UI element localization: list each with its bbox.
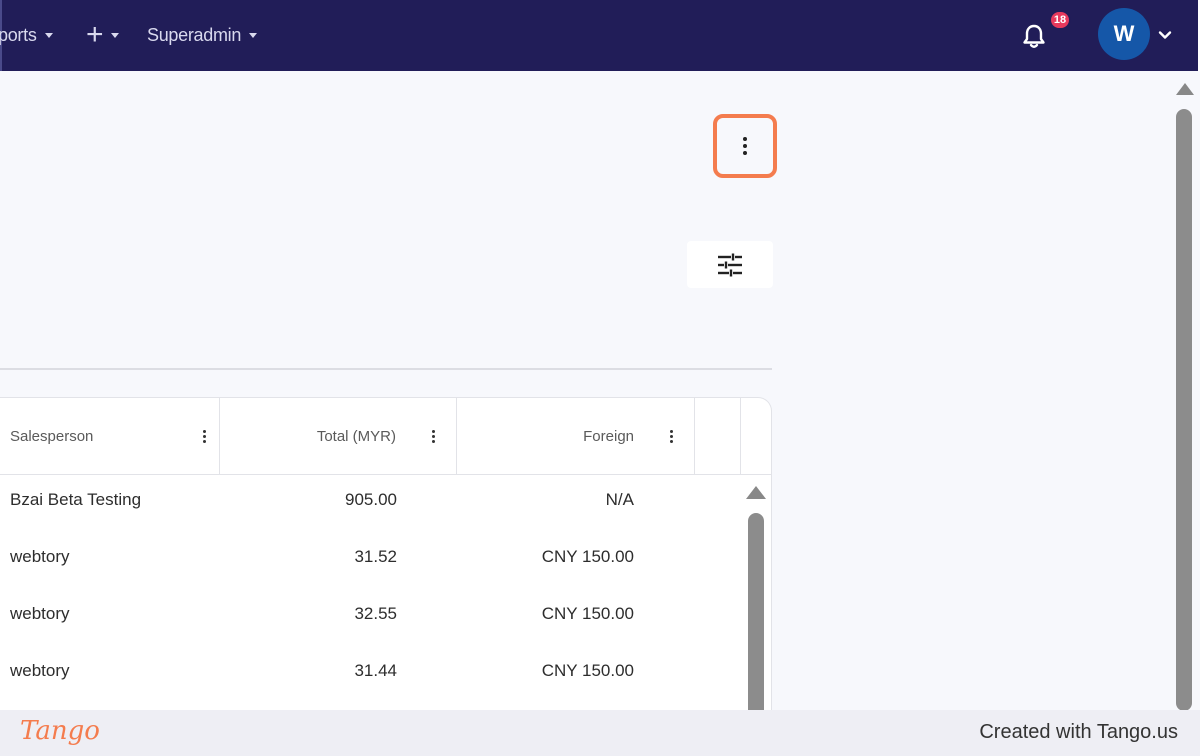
- column-header-empty: [695, 398, 741, 475]
- nav-add-menu[interactable]: +: [86, 18, 120, 51]
- nav-superadmin-menu[interactable]: Superadmin: [147, 23, 258, 47]
- page-scrollbar-thumb[interactable]: [1176, 109, 1192, 711]
- column-header-label: Total (MYR): [316, 428, 396, 445]
- cell-salesperson: webtory: [10, 547, 70, 566]
- tango-credit: Created with Tango.us: [979, 721, 1178, 743]
- data-table: Salesperson Total (MYR) Foreign Bzai Bet…: [0, 397, 772, 727]
- top-navigation-bar: ports + Superadmin 18 W: [0, 0, 1200, 71]
- scroll-up-arrow-icon[interactable]: [1176, 83, 1194, 95]
- notification-count-badge: 18: [1049, 10, 1071, 30]
- kebab-vertical-icon: [431, 430, 435, 443]
- column-menu-button[interactable]: [656, 430, 686, 443]
- column-header-foreign[interactable]: Foreign: [457, 398, 695, 475]
- more-options-button[interactable]: [713, 114, 777, 178]
- kebab-vertical-icon: [669, 430, 673, 443]
- section-divider: [0, 368, 772, 370]
- cell-foreign: CNY 150.00: [541, 547, 634, 566]
- cell-total: 32.55: [354, 604, 397, 623]
- column-menu-button[interactable]: [189, 430, 219, 443]
- nav-reports-menu[interactable]: ports: [0, 23, 53, 47]
- cell-salesperson: Bzai Beta Testing: [10, 490, 142, 509]
- tune-sliders-icon: [718, 253, 742, 276]
- cell-total: 905.00: [345, 490, 397, 509]
- caret-down-icon: [111, 33, 120, 38]
- chevron-down-icon[interactable]: [1158, 28, 1172, 42]
- table-row[interactable]: Bzai Beta Testing 905.00 N/A: [0, 475, 740, 532]
- table-row[interactable]: webtory 32.55 CNY 150.00: [0, 589, 740, 646]
- caret-down-icon: [44, 33, 53, 38]
- kebab-vertical-icon: [743, 137, 747, 155]
- cell-foreign: CNY 150.00: [541, 661, 634, 680]
- nav-reports-label: ports: [0, 24, 37, 45]
- filter-settings-button[interactable]: [687, 241, 773, 288]
- notification-bell-icon[interactable]: [1020, 22, 1048, 50]
- table-row[interactable]: webtory 31.52 CNY 150.00: [0, 532, 740, 589]
- table-header: Salesperson Total (MYR) Foreign: [0, 398, 771, 475]
- nav-superadmin-label: Superadmin: [147, 24, 242, 45]
- column-header-label: Salesperson: [10, 428, 94, 445]
- table-scrollbar-thumb[interactable]: [748, 513, 764, 726]
- column-menu-button[interactable]: [418, 430, 448, 443]
- cell-total: 31.52: [354, 547, 397, 566]
- cell-foreign: CNY 150.00: [541, 604, 634, 623]
- user-avatar[interactable]: W: [1098, 8, 1150, 60]
- column-header-total-myr[interactable]: Total (MYR): [220, 398, 457, 475]
- table-scrollbar[interactable]: [741, 475, 771, 726]
- table-row[interactable]: webtory 31.44 CNY 150.00: [0, 646, 740, 703]
- cell-salesperson: webtory: [10, 661, 70, 680]
- page-scrollbar[interactable]: [1170, 71, 1200, 711]
- column-header-salesperson[interactable]: Salesperson: [0, 398, 220, 475]
- scroll-up-arrow-icon[interactable]: [746, 486, 766, 499]
- column-header-label: Foreign: [583, 428, 634, 445]
- caret-down-icon: [249, 33, 258, 38]
- cell-foreign: N/A: [605, 490, 634, 509]
- tango-logo: Tango: [20, 716, 100, 746]
- table-body: Bzai Beta Testing 905.00 N/A webtory 31.…: [0, 475, 740, 726]
- tango-footer: Tango Created with Tango.us: [0, 710, 1200, 756]
- cell-salesperson: webtory: [10, 604, 70, 623]
- cell-total: 31.44: [354, 661, 397, 680]
- kebab-vertical-icon: [202, 430, 206, 443]
- plus-icon: +: [86, 18, 104, 51]
